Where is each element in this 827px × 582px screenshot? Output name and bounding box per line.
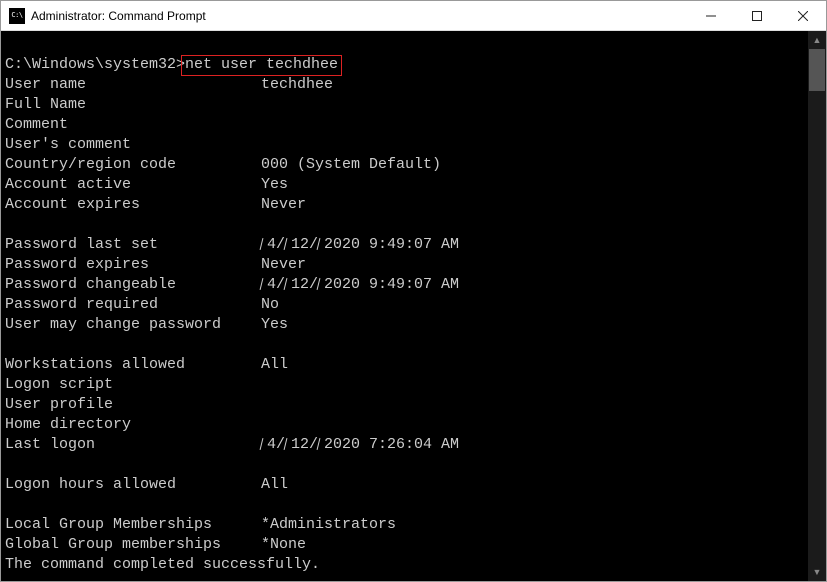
date-segment: 2020 9:49:07 AM (318, 235, 459, 255)
property-label: Password required (5, 295, 261, 315)
terminal-row (5, 495, 808, 515)
terminal-row: Password expiresNever (5, 255, 808, 275)
property-label: Logon hours allowed (5, 475, 261, 495)
terminal-row: Local Group Memberships*Administrators (5, 515, 808, 535)
window-title: Administrator: Command Prompt (31, 9, 206, 23)
property-value: Never (261, 196, 306, 213)
titlebar[interactable]: Administrator: Command Prompt (1, 1, 826, 31)
property-label: User profile (5, 395, 261, 415)
scroll-up-arrow-icon[interactable]: ▲ (808, 31, 826, 49)
property-value: techdhee (261, 76, 333, 93)
property-label: Account active (5, 175, 261, 195)
terminal-row: User profile (5, 395, 808, 415)
property-label: Comment (5, 115, 261, 135)
terminal-row: Home directory (5, 415, 808, 435)
terminal-row: Comment (5, 115, 808, 135)
terminal-row: Password last set4/12/2020 9:49:07 AM (5, 235, 808, 255)
date-segment: 12/ (285, 275, 318, 295)
terminal-output[interactable]: C:\Windows\system32>net user techdheeUse… (1, 31, 808, 581)
terminal-row (5, 335, 808, 355)
terminal-prompt: C:\Windows\system32> (5, 56, 185, 73)
maximize-button[interactable] (734, 1, 780, 31)
minimize-icon (706, 11, 716, 21)
terminal-row: User may change passwordYes (5, 315, 808, 335)
terminal-row: User nametechdhee (5, 75, 808, 95)
terminal-row: Full Name (5, 95, 808, 115)
terminal-row (5, 455, 808, 475)
property-value: Yes (261, 176, 288, 193)
property-label: Home directory (5, 415, 261, 435)
scroll-thumb[interactable] (809, 49, 825, 91)
terminal-row: Account expiresNever (5, 195, 808, 215)
date-segment: 2020 9:49:07 AM (318, 275, 459, 295)
terminal-row: Account activeYes (5, 175, 808, 195)
vertical-scrollbar[interactable]: ▲ ▼ (808, 31, 826, 581)
terminal-row: Logon script (5, 375, 808, 395)
close-icon (798, 11, 808, 21)
property-label: Global Group memberships (5, 535, 261, 555)
terminal-row: Password requiredNo (5, 295, 808, 315)
property-value: 000 (System Default) (261, 156, 441, 173)
date-segment: 4/ (261, 275, 285, 295)
property-label: Logon script (5, 375, 261, 395)
terminal-row: Global Group memberships*None (5, 535, 808, 555)
terminal-row: Country/region code000 (System Default) (5, 155, 808, 175)
property-value: 4/12/2020 9:49:07 AM (261, 236, 459, 253)
property-label: Password expires (5, 255, 261, 275)
close-button[interactable] (780, 1, 826, 31)
client-area: C:\Windows\system32>net user techdheeUse… (1, 31, 826, 581)
property-label: Password last set (5, 235, 261, 255)
property-label: Local Group Memberships (5, 515, 261, 535)
date-segment: 12/ (285, 435, 318, 455)
cmd-icon (9, 8, 25, 24)
property-value: All (261, 356, 288, 373)
terminal-command: net user techdhee (185, 56, 338, 73)
property-label: Account expires (5, 195, 261, 215)
property-value: No (261, 296, 279, 313)
date-segment: 4/ (261, 435, 285, 455)
terminal-footer: The command completed successfully. (5, 555, 808, 575)
terminal-blank-line (5, 35, 808, 55)
property-value: *Administrators (261, 516, 396, 533)
property-label: Password changeable (5, 275, 261, 295)
terminal-row: Password changeable4/12/2020 9:49:07 AM (5, 275, 808, 295)
scroll-down-arrow-icon[interactable]: ▼ (808, 563, 826, 581)
minimize-button[interactable] (688, 1, 734, 31)
terminal-row: Logon hours allowedAll (5, 475, 808, 495)
terminal-row: Workstations allowedAll (5, 355, 808, 375)
maximize-icon (752, 11, 762, 21)
terminal-row: User's comment (5, 135, 808, 155)
terminal-row (5, 215, 808, 235)
property-value: 4/12/2020 9:49:07 AM (261, 276, 459, 293)
property-value: All (261, 476, 288, 493)
property-label: User's comment (5, 135, 261, 155)
terminal-prompt-line: C:\Windows\system32>net user techdhee (5, 55, 808, 75)
terminal-row: Last logon4/12/2020 7:26:04 AM (5, 435, 808, 455)
property-label: Last logon (5, 435, 261, 455)
date-segment: 12/ (285, 235, 318, 255)
property-label: User name (5, 75, 261, 95)
property-value: 4/12/2020 7:26:04 AM (261, 436, 459, 453)
property-value: Yes (261, 316, 288, 333)
date-segment: 2020 7:26:04 AM (318, 435, 459, 455)
window: Administrator: Command Prompt C:\Windows… (0, 0, 827, 582)
property-label: User may change password (5, 315, 261, 335)
property-label: Full Name (5, 95, 261, 115)
date-segment: 4/ (261, 235, 285, 255)
property-label: Country/region code (5, 155, 261, 175)
property-value: Never (261, 256, 306, 273)
property-label: Workstations allowed (5, 355, 261, 375)
property-value: *None (261, 536, 306, 553)
